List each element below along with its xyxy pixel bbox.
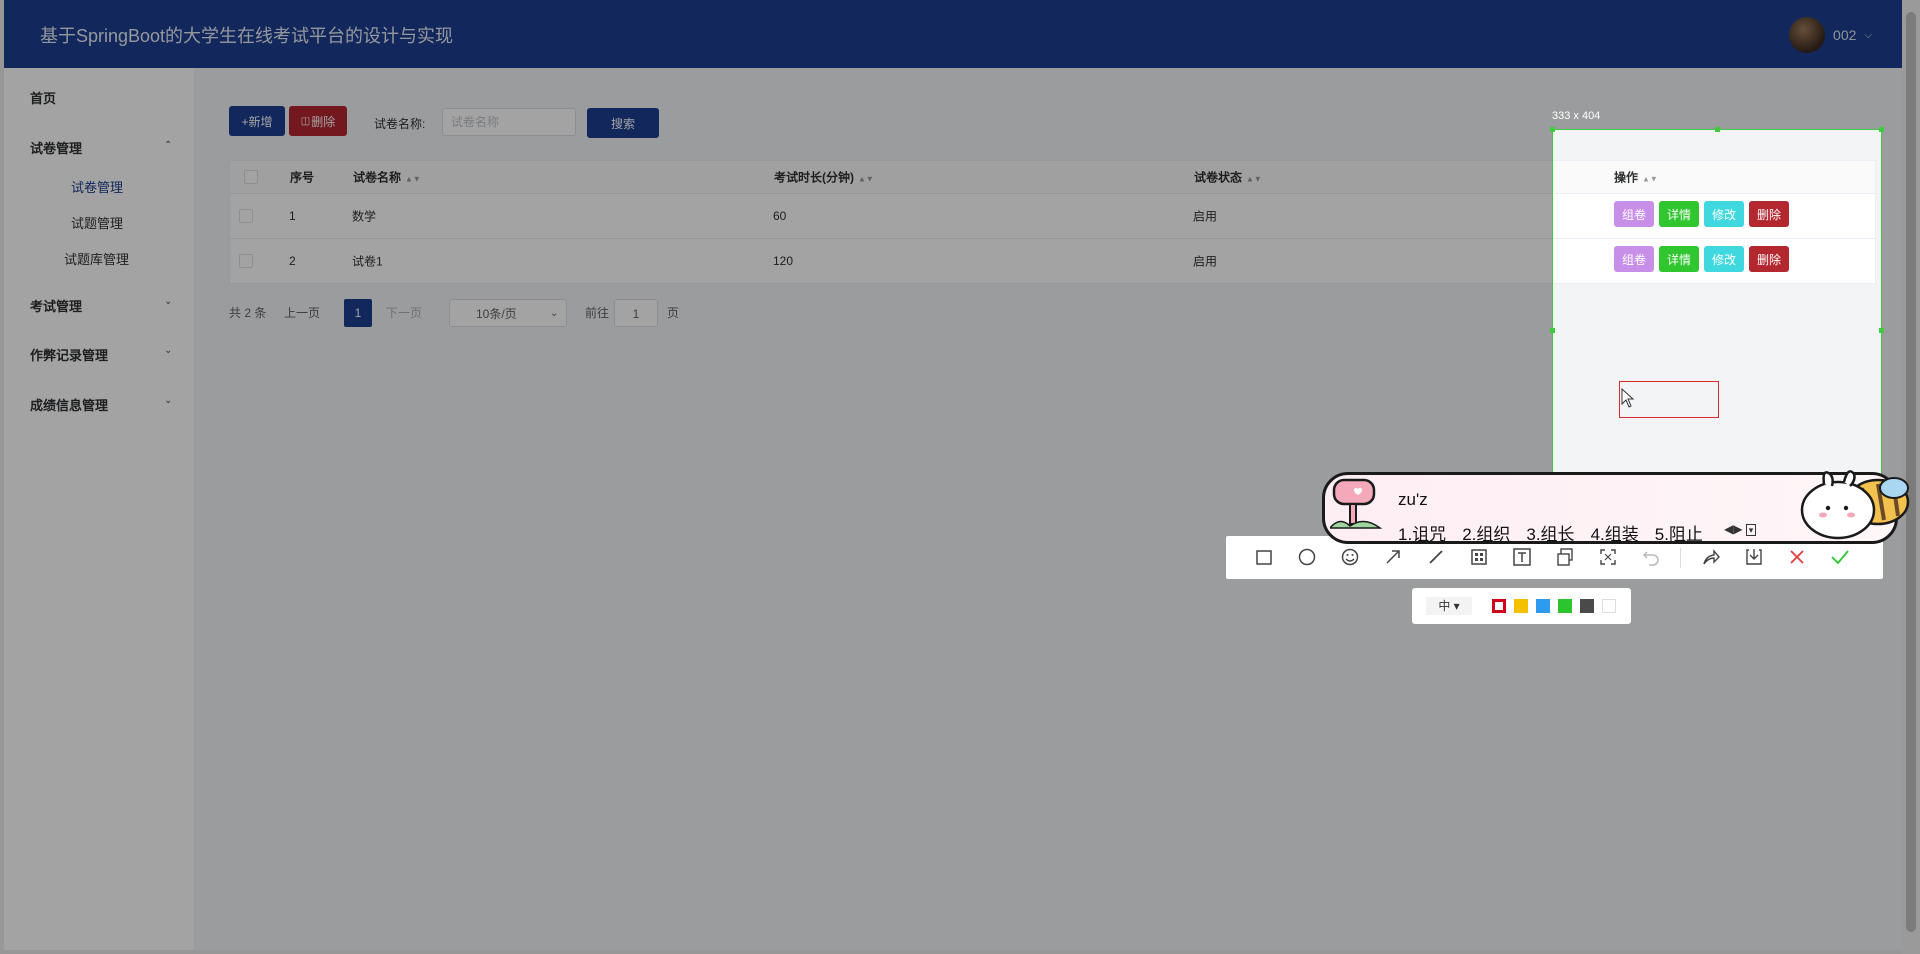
batch-delete-label: 删除 [311,114,336,129]
color-swatch-blue[interactable] [1536,599,1550,613]
sidebar-group-exam[interactable]: 考试管理 [30,296,82,315]
sidebar-group-paper[interactable]: 试卷管理 [30,138,82,157]
sidebar-item-paper-manage[interactable]: 试卷管理 [71,177,123,196]
row-checkbox[interactable] [239,254,253,268]
undo-icon[interactable] [1640,546,1662,568]
color-swatch-red[interactable] [1492,599,1506,613]
resize-handle[interactable] [1879,328,1884,333]
font-size-value: 中 [1438,599,1451,613]
search-input[interactable]: 试卷名称 [442,108,576,136]
sort-icon[interactable]: ▲▼ [405,175,421,184]
font-size-select[interactable]: 中 ▾ [1426,597,1472,615]
col-name[interactable]: 试卷名称 ▲▼ [353,169,421,186]
page-size-value: 10条/页 [476,307,517,321]
prev-page-button[interactable]: 上一页 [284,299,320,327]
ime-candidate-window: zu'z 1.诅咒 2.组织 3.组长 4.组装 5.阻止 ◀▶ ▾ [1322,470,1920,548]
resize-handle[interactable] [1715,127,1720,132]
mosaic-tool-icon[interactable] [1468,546,1490,568]
cell-duration: 60 [773,209,787,223]
ellipse-tool-icon[interactable] [1296,546,1318,568]
page-suffix: 页 [667,306,680,320]
page-size-select[interactable]: 10条/页 ⌄ [449,299,567,327]
chevron-down-icon[interactable]: ⌄ [164,395,172,406]
avatar[interactable] [1789,17,1826,53]
color-swatch-green[interactable] [1558,599,1572,613]
sidebar-item-question-manage[interactable]: 试题管理 [71,213,123,232]
paper-name-label: 试卷名称: [374,117,426,131]
text-options-toolbar: 中 ▾ [1412,588,1631,624]
cell-duration: 120 [773,254,794,268]
app-title: 基于SpringBoot的大学生在线考试平台的设计与实现 [40,26,454,46]
row-checkbox[interactable] [239,209,253,223]
col-name-label: 试卷名称 [353,170,402,185]
resize-handle[interactable] [1879,127,1884,132]
pagination-total: 共 2 条 [229,306,267,320]
chevron-down-icon: ⌄ [550,308,559,319]
ime-expand-icon[interactable]: ▾ [1745,524,1757,536]
add-button[interactable]: +新增 [229,106,285,136]
user-name: 002 [1833,27,1857,43]
col-duration-label: 考试时长(分钟) [774,170,854,185]
goto-label: 前往 [585,306,610,320]
download-icon[interactable] [1743,546,1765,568]
sort-icon[interactable]: ▲▼ [858,175,874,184]
chevron-up-icon[interactable]: ⌃ [164,140,172,151]
cell-index: 1 [289,209,296,223]
arrow-tool-icon[interactable] [1382,546,1404,568]
cell-status: 启用 [1193,209,1218,224]
mouse-cursor-icon [1621,388,1635,408]
text-tool-icon[interactable] [1511,546,1533,568]
ime-candidate[interactable]: 3.组长 [1526,520,1574,545]
cell-index: 2 [289,254,296,268]
sidebar-item-question-bank[interactable]: 试题库管理 [64,249,129,268]
sort-icon[interactable]: ▲▼ [1246,175,1262,184]
color-swatch-gray[interactable] [1580,599,1594,613]
cell-status: 启用 [1193,254,1218,269]
sidebar-item-home[interactable]: 首页 [30,88,56,107]
app-header: 基于SpringBoot的大学生在线考试平台的设计与实现 002 ⌵ [4,0,1902,68]
ime-candidate[interactable]: 4.组装 [1591,520,1639,545]
sidebar-group-cheat[interactable]: 作弊记录管理 [30,345,108,364]
toolbar-divider [1680,548,1681,568]
col-status-label: 试卷状态 [1194,170,1243,185]
selection-size-label: 333 x 404 [1552,110,1601,122]
ime-candidate[interactable]: 1.诅咒 [1398,520,1446,545]
page-number-current[interactable]: 1 [344,299,372,327]
ime-composition: zu'z [1398,490,1428,509]
color-swatch-white[interactable] [1602,599,1616,613]
share-icon[interactable] [1700,546,1722,568]
goto-input[interactable]: 1 [614,299,658,327]
ocr-tool-icon[interactable] [1597,546,1619,568]
trash-icon: ◫ [300,115,311,127]
mailbox-icon [1330,478,1383,529]
search-placeholder: 试卷名称 [451,115,500,129]
col-duration[interactable]: 考试时长(分钟) ▲▼ [774,169,874,186]
ime-candidate[interactable]: 2.组织 [1462,520,1510,545]
resize-handle[interactable] [1550,127,1555,132]
cell-name: 试卷1 [352,254,383,269]
copy-tool-icon[interactable] [1554,546,1576,568]
sidebar: 首页 试卷管理 ⌃ 试卷管理 试题管理 试题库管理 考试管理 ⌄ 作弊记录管理 … [4,68,194,950]
pen-tool-icon[interactable] [1425,546,1447,568]
col-index: 序号 [290,170,315,185]
search-button[interactable]: 搜索 [587,108,659,138]
select-all-checkbox[interactable] [244,170,258,184]
col-status[interactable]: 试卷状态 ▲▼ [1194,169,1262,186]
user-menu[interactable]: 002 ⌵ [1789,17,1872,53]
rectangle-tool-icon[interactable] [1253,546,1275,568]
chevron-down-icon[interactable]: ⌄ [164,345,172,356]
emoji-tool-icon[interactable] [1339,546,1361,568]
batch-delete-button[interactable]: ◫ 删除 [289,106,347,136]
cell-name: 数学 [352,209,377,224]
ime-page-arrows[interactable]: ◀▶ ▾ [1724,522,1757,536]
next-page-button[interactable]: 下一页 [386,299,422,327]
chevron-down-icon[interactable]: ⌄ [164,296,172,307]
resize-handle[interactable] [1550,328,1555,333]
chevron-down-icon: ⌵ [1864,29,1872,41]
bunny-mascot-icon [1800,470,1910,540]
ime-candidate[interactable]: 5.阻止 [1655,520,1703,545]
ime-candidates: 1.诅咒 2.组织 3.组长 4.组装 5.阻止 [1398,520,1703,545]
color-swatch-yellow[interactable] [1514,599,1528,613]
sidebar-group-score[interactable]: 成绩信息管理 [30,395,108,414]
